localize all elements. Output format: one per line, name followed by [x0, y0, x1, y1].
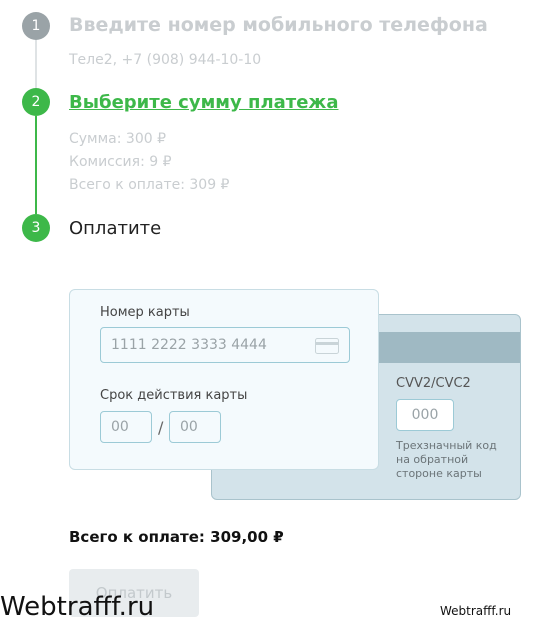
step-1-detail: Теле2, +7 (908) 944-10-10: [69, 52, 262, 68]
expiry-year-input[interactable]: 00: [169, 411, 221, 443]
card-number-label: Номер карты: [100, 305, 190, 320]
cvv-label: CVV2/CVC2: [396, 376, 471, 391]
expiry-label: Срок действия карты: [100, 388, 248, 403]
step-1-indicator: 1: [22, 12, 50, 40]
step-connector-2: [35, 116, 37, 214]
cvv-input[interactable]: 000: [396, 399, 454, 431]
step-3-indicator: 3: [22, 214, 50, 242]
expiry-month-input[interactable]: 00: [100, 411, 152, 443]
expiry-separator: /: [158, 418, 164, 437]
watermark-right: Webtrafff.ru: [440, 604, 512, 618]
step-2-fee: Комиссия: 9 ₽: [69, 154, 172, 170]
step-3-title: Оплатите: [69, 218, 162, 239]
credit-card-icon: [315, 338, 339, 354]
step-connector-1: [35, 40, 37, 88]
step-2-indicator: 2: [22, 88, 50, 116]
card-front: Номер карты 1111 2222 3333 4444 Срок дей…: [69, 289, 379, 470]
step-2-sum: Сумма: 300 ₽: [69, 131, 167, 147]
cvv-hint: Трехзначный код на обратной стороне карт…: [396, 439, 497, 480]
card-number-input[interactable]: 1111 2222 3333 4444: [100, 327, 350, 363]
total-amount: Всего к оплате: 309,00 ₽: [69, 528, 284, 546]
step-1-title[interactable]: Введите номер мобильного телефона: [69, 14, 488, 36]
step-2-title[interactable]: Выберите сумму платежа: [69, 92, 338, 113]
watermark-left: Webtrafff.ru: [0, 592, 155, 622]
step-2-total: Всего к оплате: 309 ₽: [69, 177, 230, 193]
